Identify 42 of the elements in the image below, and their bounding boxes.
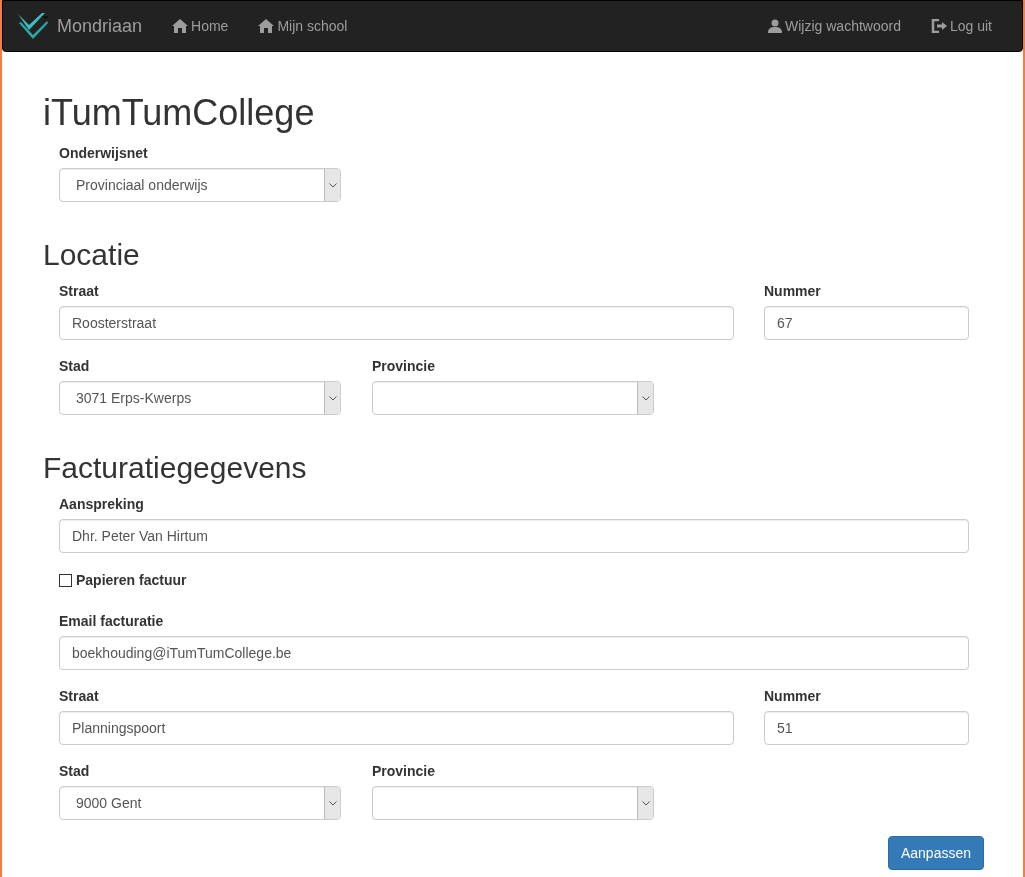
text-field[interactable]: boekhouding@iTumTumCollege.be: [59, 636, 969, 670]
text-field[interactable]: 67: [764, 306, 969, 340]
nav-link[interactable]: Mijn school: [258, 15, 348, 37]
field-label: Provincie: [372, 762, 437, 781]
field-label: Email facturatie: [59, 612, 165, 631]
brand-link[interactable]: Mondriaan: [57, 12, 143, 40]
field-label: Onderwijsnet: [59, 144, 149, 163]
field-label: Provincie: [372, 357, 437, 376]
text-field[interactable]: Roosterstraat: [59, 306, 734, 340]
home-icon: [258, 19, 275, 33]
logo-icon: [17, 12, 49, 40]
field-label: Straat: [59, 687, 100, 706]
chevron-down-icon: [328, 182, 337, 188]
chevron-down-icon: [641, 800, 650, 806]
user-icon: [768, 19, 782, 33]
page-title: iTumTumCollege: [43, 93, 316, 133]
home-icon: [172, 19, 189, 33]
text-field[interactable]: Dhr. Peter Van Hirtum: [59, 519, 969, 553]
chevron-down-icon: [328, 800, 337, 806]
select-field[interactable]: 9000 Gent: [59, 786, 341, 820]
field-label: Nummer: [764, 687, 822, 706]
text-field[interactable]: Planningspoort: [59, 711, 734, 745]
field-label: Straat: [59, 282, 100, 301]
field-label: Nummer: [764, 282, 822, 301]
logout-icon: [930, 19, 947, 33]
nav-link[interactable]: Wijzig wachtwoord: [768, 15, 901, 37]
section-heading: Locatie: [43, 238, 141, 271]
select-field[interactable]: [372, 381, 654, 415]
nav-link[interactable]: Log uit: [930, 15, 992, 37]
select-field[interactable]: [372, 786, 654, 820]
field-label: Stad: [59, 357, 91, 376]
chevron-down-icon: [641, 395, 650, 401]
field-label: Aanspreking: [59, 495, 145, 514]
field-label: Stad: [59, 762, 91, 781]
checkbox[interactable]: Papieren factuur: [59, 570, 187, 590]
section-heading: Facturatiegegevens: [43, 451, 308, 484]
select-field[interactable]: Provinciaal onderwijs: [59, 168, 341, 202]
nav-link[interactable]: Home: [172, 15, 229, 37]
text-field[interactable]: 51: [764, 711, 969, 745]
submit-button[interactable]: Aanpassen: [887, 836, 984, 870]
select-field[interactable]: 3071 Erps-Kwerps: [59, 381, 341, 415]
chevron-down-icon: [328, 395, 337, 401]
